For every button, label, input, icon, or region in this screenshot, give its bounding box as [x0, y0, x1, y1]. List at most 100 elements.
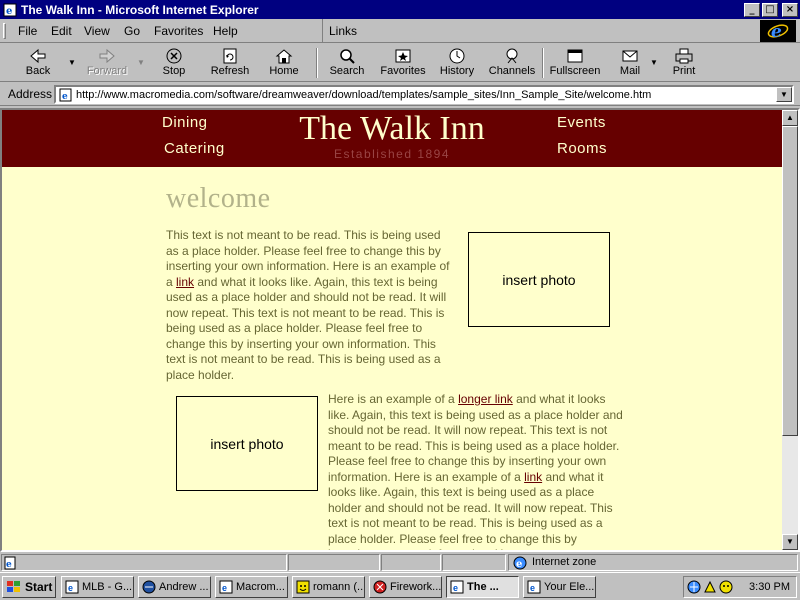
fullscreen-icon [567, 49, 583, 63]
fullscreen-button[interactable]: Fullscreen [548, 46, 602, 80]
messenger-icon [296, 580, 310, 594]
nav-events-link[interactable]: Events [557, 114, 606, 131]
back-label: Back [25, 65, 51, 77]
menu-file[interactable]: File [18, 24, 37, 38]
channels-button[interactable]: Channels [488, 46, 536, 80]
ie-icon: e [450, 580, 464, 594]
address-dropdown-arrow-icon[interactable]: ▼ [776, 87, 792, 102]
refresh-button[interactable]: Refresh [206, 46, 254, 80]
site-banner: Dining Catering The Walk Inn Established… [2, 110, 782, 167]
taskbar-item-your-ele[interactable]: e Your Ele... [523, 576, 596, 598]
scroll-down-arrow-icon[interactable]: ▼ [782, 534, 798, 550]
back-button[interactable]: Back [18, 46, 58, 80]
print-button[interactable]: Print [666, 46, 702, 80]
taskbar-item-fireworks[interactable]: Firework... [369, 576, 442, 598]
history-icon [449, 48, 465, 64]
stop-label: Stop [162, 65, 186, 77]
ie-icon: e [219, 580, 233, 594]
svg-text:e: e [6, 6, 12, 17]
scroll-up-arrow-icon[interactable]: ▲ [782, 110, 798, 126]
para1-link[interactable]: link [176, 275, 194, 289]
minimize-button[interactable]: _ [744, 2, 760, 17]
system-tray: 3:30 PM [683, 576, 797, 598]
status-bar: e e Internet zone [0, 553, 800, 572]
refresh-label: Refresh [210, 65, 250, 77]
ie-icon: e [65, 580, 79, 594]
window-title-bar[interactable]: e The Walk Inn - Microsoft Internet Expl… [0, 0, 800, 19]
taskbar-item-mlb[interactable]: e MLB - G... [61, 576, 134, 598]
forward-button[interactable]: Forward [82, 46, 132, 80]
taskbar-item-label: Your Ele... [544, 581, 595, 593]
search-icon [340, 49, 355, 64]
status-panel-3 [381, 554, 441, 571]
security-zone-panel: e Internet zone [508, 554, 798, 571]
mail-icon [622, 50, 638, 62]
status-panel-4 [442, 554, 506, 571]
svg-text:e: e [62, 92, 68, 102]
status-panel-2 [288, 554, 380, 571]
forward-label: Forward [86, 65, 128, 77]
start-button[interactable]: Start [2, 576, 56, 598]
taskbar-item-macromedia[interactable]: e Macrom... [215, 576, 288, 598]
svg-text:e: e [6, 560, 12, 570]
stop-icon [166, 48, 182, 64]
taskbar-item-label: Firework... [390, 581, 442, 593]
toolbar-separator [542, 48, 544, 78]
menu-go[interactable]: Go [124, 24, 140, 38]
forward-dropdown-arrow-icon[interactable]: ▼ [137, 58, 145, 67]
modem-tray-icon[interactable] [703, 580, 717, 594]
nav-rooms-link[interactable]: Rooms [557, 140, 607, 157]
taskbar-item-label: MLB - G... [82, 581, 133, 593]
menu-view[interactable]: View [84, 24, 110, 38]
menu-grip[interactable] [3, 23, 6, 39]
home-button[interactable]: Home [264, 46, 304, 80]
taskbar-item-walk-inn[interactable]: e The ... [446, 576, 519, 598]
vertical-scrollbar[interactable]: ▲ ▼ [782, 110, 798, 550]
stop-button[interactable]: Stop [154, 46, 194, 80]
clock[interactable]: 3:30 PM [749, 581, 790, 593]
photo-placeholder-top: insert photo [468, 232, 610, 327]
print-icon [675, 48, 693, 64]
close-button[interactable]: × [782, 2, 798, 17]
menu-favorites[interactable]: Favorites [154, 24, 203, 38]
history-button[interactable]: History [436, 46, 478, 80]
internet-zone-icon: e [513, 556, 527, 570]
menu-edit[interactable]: Edit [51, 24, 72, 38]
scrollbar-thumb[interactable] [782, 126, 798, 436]
taskbar-item-label: Macrom... [236, 581, 285, 593]
back-dropdown-arrow-icon[interactable]: ▼ [68, 58, 76, 67]
url-input[interactable] [76, 87, 776, 102]
mail-dropdown-arrow-icon[interactable]: ▼ [650, 58, 658, 67]
maximize-button[interactable]: □ [762, 2, 778, 17]
network-tray-icon[interactable] [687, 580, 701, 594]
back-arrow-icon [30, 48, 46, 64]
ie-logo-icon: e [760, 20, 796, 42]
toolbar-separator [316, 48, 318, 78]
start-label: Start [25, 580, 53, 594]
messenger-tray-icon[interactable] [719, 580, 733, 594]
zone-label: Internet zone [532, 556, 597, 568]
web-page: Dining Catering The Walk Inn Established… [2, 110, 782, 550]
svg-text:e: e [453, 583, 458, 593]
menu-bar: File Edit View Go Favorites Help Links e [0, 19, 800, 43]
links-bar[interactable]: Links [322, 19, 357, 43]
mail-button[interactable]: Mail [612, 46, 648, 80]
status-text-panel: e [1, 554, 287, 571]
favorites-button[interactable]: Favorites [378, 46, 428, 80]
photo-placeholder-label: insert photo [210, 435, 284, 452]
channels-icon [506, 48, 518, 64]
taskbar-item-andrew[interactable]: Andrew ... [138, 576, 211, 598]
para1-text-after: and what it looks like. Again, this text… [166, 274, 447, 382]
photo-placeholder-label: insert photo [502, 271, 576, 288]
para2-longer-link[interactable]: longer link [458, 392, 513, 406]
address-bar: Address e ▼ [0, 83, 800, 106]
search-button[interactable]: Search [326, 46, 368, 80]
content-viewport: Dining Catering The Walk Inn Established… [0, 108, 800, 552]
favorites-label: Favorites [380, 65, 426, 77]
para2-link[interactable]: link [524, 470, 542, 484]
home-icon [275, 49, 293, 64]
taskbar-item-romann[interactable]: romann (... [292, 576, 365, 598]
menu-help[interactable]: Help [213, 24, 238, 38]
netscape-icon [142, 580, 156, 594]
address-field[interactable]: e ▼ [54, 85, 794, 104]
